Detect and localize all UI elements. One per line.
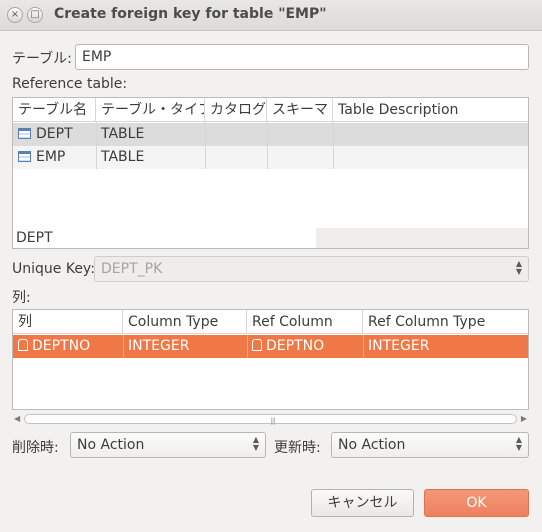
table-icon xyxy=(18,151,31,162)
on-update-value: No Action xyxy=(338,437,406,453)
col-header-ref-column-type[interactable]: Ref Column Type xyxy=(363,310,528,334)
reference-table-header: テーブル名 テーブル・タイプ カタログ スキーマ Table Descripti… xyxy=(13,98,528,122)
cell-column: DEPTNO xyxy=(13,335,123,358)
column-divider xyxy=(333,122,334,169)
cell-table-type: TABLE xyxy=(101,149,145,165)
selected-table-name: DEPT xyxy=(16,230,53,246)
column-divider xyxy=(247,335,248,358)
table-icon xyxy=(18,128,31,139)
col-header-ref-column[interactable]: Ref Column xyxy=(247,310,363,334)
title-bar: × □ Create foreign key for table "EMP" xyxy=(0,0,542,31)
spin-arrows-icon: ▲ ▼ xyxy=(515,435,523,452)
table-row[interactable]: DEPTNO INTEGER DEPTNO INTEGER xyxy=(13,335,528,358)
on-delete-label: 削除時: xyxy=(12,440,59,456)
column-divider xyxy=(96,122,97,169)
cell-column-type: INTEGER xyxy=(128,338,190,354)
description-panel xyxy=(316,228,528,248)
key-icon xyxy=(252,339,262,351)
col-header-schema[interactable]: スキーマ xyxy=(267,98,333,122)
unique-key-label: Unique Key: xyxy=(12,261,95,277)
cancel-button[interactable]: キャンセル xyxy=(311,489,414,517)
table-row[interactable]: EMP TABLE xyxy=(13,146,528,169)
table-label: テーブル: xyxy=(12,51,72,67)
on-delete-value: No Action xyxy=(77,437,145,453)
on-delete-combo[interactable]: No Action ▲ ▼ xyxy=(70,432,266,458)
col-header-table-name[interactable]: テーブル名 xyxy=(13,98,96,122)
key-icon xyxy=(18,339,28,351)
col-header-catalog[interactable]: カタログ xyxy=(205,98,267,122)
columns-table-header: 列 Column Type Ref Column Ref Column Type xyxy=(13,310,528,334)
cell-table-name: EMP xyxy=(13,146,96,169)
scroll-left-icon[interactable]: ◀ xyxy=(14,412,20,426)
column-divider xyxy=(205,122,206,169)
maximize-icon[interactable]: □ xyxy=(27,7,43,23)
ok-button[interactable]: OK xyxy=(424,489,529,517)
table-row[interactable]: DEPT TABLE xyxy=(13,123,528,146)
cell-ref-column-type: INTEGER xyxy=(368,338,430,354)
horizontal-scrollbar[interactable]: ◀ ||| ▶ xyxy=(12,412,529,426)
on-update-label: 更新時: xyxy=(274,440,321,456)
scrollbar-thumb[interactable]: ||| xyxy=(24,414,517,425)
columns-label: 列: xyxy=(12,290,31,306)
column-divider xyxy=(363,335,364,358)
cell-table-type: TABLE xyxy=(101,126,145,142)
reference-table[interactable]: テーブル名 テーブル・タイプ カタログ スキーマ Table Descripti… xyxy=(12,97,529,249)
window-title: Create foreign key for table "EMP" xyxy=(54,6,327,22)
col-header-table-description[interactable]: Table Description xyxy=(333,98,528,122)
unique-key-combo[interactable]: DEPT_PK ▲ ▼ xyxy=(94,256,529,282)
cell-ref-column: DEPTNO xyxy=(247,335,363,358)
column-divider xyxy=(267,122,268,169)
scroll-right-icon[interactable]: ▶ xyxy=(521,412,527,426)
grip-icon: ||| xyxy=(270,417,276,425)
spin-arrows-icon: ▲ ▼ xyxy=(252,435,260,452)
cell-table-name: DEPT xyxy=(13,123,96,146)
column-divider xyxy=(123,335,124,358)
col-header-column[interactable]: 列 xyxy=(13,310,123,334)
columns-table[interactable]: 列 Column Type Ref Column Ref Column Type… xyxy=(12,309,529,410)
close-icon[interactable]: × xyxy=(7,7,23,23)
col-header-table-type[interactable]: テーブル・タイプ xyxy=(96,98,205,122)
unique-key-value: DEPT_PK xyxy=(101,261,163,277)
spin-arrows-icon: ▲ ▼ xyxy=(515,259,523,276)
reference-table-label: Reference table: xyxy=(12,76,128,92)
col-header-column-type[interactable]: Column Type xyxy=(123,310,247,334)
table-name-field[interactable]: EMP xyxy=(75,44,529,70)
on-update-combo[interactable]: No Action ▲ ▼ xyxy=(331,432,529,458)
